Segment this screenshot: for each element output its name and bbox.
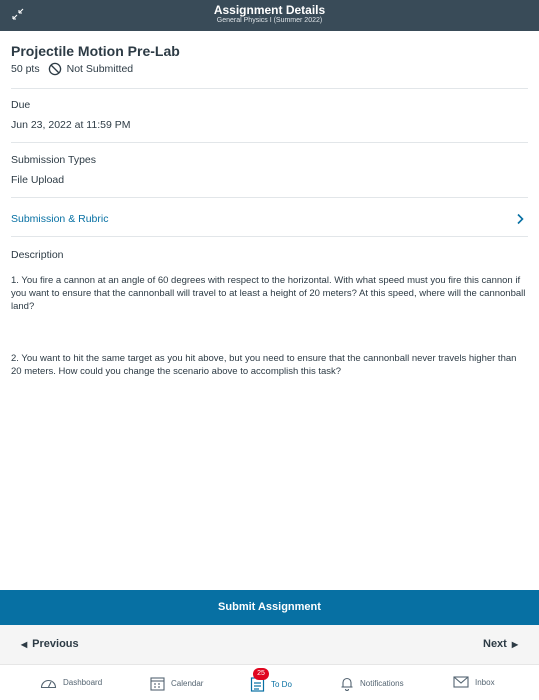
tab-inbox[interactable]: Inbox xyxy=(453,676,495,688)
submission-types-value: File Upload xyxy=(11,174,65,186)
divider xyxy=(11,236,528,237)
tab-label: Inbox xyxy=(475,677,495,687)
not-allowed-icon xyxy=(48,62,62,76)
triangle-left-icon: ◀ xyxy=(21,639,28,649)
description-question-2: 2. You want to hit the same target as yo… xyxy=(11,353,517,377)
description-label: Description xyxy=(11,249,64,261)
submission-status: Not Submitted xyxy=(66,63,134,75)
triangle-right-icon: ▶ xyxy=(511,639,518,649)
todo-count-badge: 25 xyxy=(253,668,269,680)
calendar-icon xyxy=(150,677,165,691)
divider xyxy=(11,88,528,89)
assignment-title: Projectile Motion Pre-Lab xyxy=(11,43,180,59)
tab-dashboard[interactable]: Dashboard xyxy=(40,676,102,689)
bell-icon xyxy=(341,677,353,691)
divider xyxy=(11,142,528,143)
tab-label: Notifications xyxy=(360,679,404,688)
tab-label: Calendar xyxy=(171,679,204,688)
course-subtitle: General Physics I (Summer 2022) xyxy=(216,17,323,24)
assignment-meta: 50 pts Not Submitted xyxy=(11,62,133,76)
next-label: Next xyxy=(483,638,507,650)
page-title: Assignment Details xyxy=(213,3,326,17)
due-label: Due xyxy=(11,99,31,111)
bottom-tab-bar: Dashboard Calendar To Do 25 Notification… xyxy=(0,664,539,700)
top-bar: Assignment Details General Physics I (Su… xyxy=(0,0,539,31)
tab-label: Dashboard xyxy=(63,678,103,687)
tab-calendar[interactable]: Calendar xyxy=(150,676,203,691)
submission-rubric-row[interactable]: Submission & Rubric xyxy=(0,198,539,236)
mail-icon xyxy=(453,676,469,688)
pagination-bar: ◀ Previous Next ▶ xyxy=(0,625,539,664)
due-date: Jun 23, 2022 at 11:59 PM xyxy=(11,119,131,131)
tab-label: To Do xyxy=(271,679,292,689)
points: 50 pts xyxy=(11,63,40,75)
dashboard-icon xyxy=(40,679,57,689)
submit-assignment-button[interactable]: Submit Assignment xyxy=(0,590,539,625)
submission-rubric-link[interactable]: Submission & Rubric xyxy=(11,213,108,225)
tab-notifications[interactable]: Notifications xyxy=(340,676,404,691)
chevron-right-icon xyxy=(515,212,525,225)
submission-types-label: Submission Types xyxy=(11,154,97,166)
previous-label: Previous xyxy=(32,638,79,650)
description-question-1: 1. You fire a cannon at an angle of 60 d… xyxy=(11,275,526,312)
previous-button[interactable]: ◀ Previous xyxy=(16,638,79,650)
next-button[interactable]: Next ▶ xyxy=(483,638,523,650)
